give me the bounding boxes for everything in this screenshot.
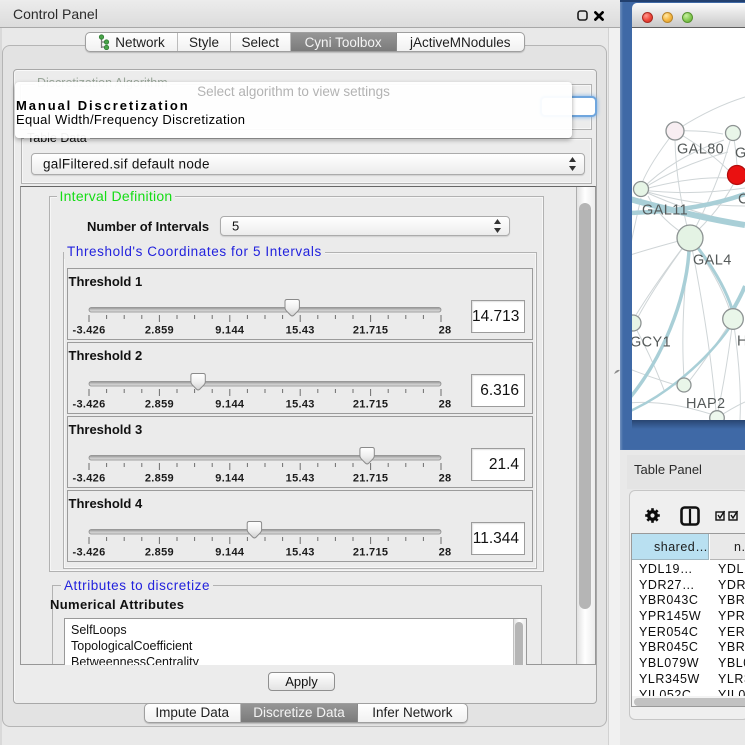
svg-text:2.859: 2.859 bbox=[145, 547, 174, 559]
svg-text:HAP2: HAP2 bbox=[686, 396, 725, 412]
svg-text:9.144: 9.144 bbox=[215, 473, 245, 485]
svg-text:15.43: 15.43 bbox=[286, 399, 315, 411]
svg-text:28: 28 bbox=[439, 547, 452, 559]
svg-text:-3.426: -3.426 bbox=[73, 473, 106, 485]
svg-text:GAL80: GAL80 bbox=[677, 142, 724, 158]
svg-text:28: 28 bbox=[439, 473, 452, 485]
svg-text:28: 28 bbox=[439, 325, 452, 337]
svg-text:21.715: 21.715 bbox=[353, 325, 388, 337]
svg-text:2.859: 2.859 bbox=[145, 473, 174, 485]
svg-text:GAL11: GAL11 bbox=[642, 203, 688, 219]
svg-text:21.715: 21.715 bbox=[353, 399, 388, 411]
svg-text:-3.426: -3.426 bbox=[73, 325, 106, 337]
svg-text:15.43: 15.43 bbox=[286, 473, 315, 485]
svg-text:15.43: 15.43 bbox=[286, 325, 315, 337]
svg-text:G.: G. bbox=[735, 146, 745, 162]
svg-text:2.859: 2.859 bbox=[145, 325, 174, 337]
svg-text:GCY1: GCY1 bbox=[632, 335, 671, 351]
svg-text:2.859: 2.859 bbox=[145, 399, 174, 411]
svg-text:9.144: 9.144 bbox=[215, 547, 245, 559]
svg-text:GAL4: GAL4 bbox=[693, 253, 732, 269]
svg-text:9.144: 9.144 bbox=[215, 325, 245, 337]
svg-text:H: H bbox=[737, 334, 745, 350]
svg-text:-3.426: -3.426 bbox=[73, 399, 106, 411]
svg-text:28: 28 bbox=[439, 399, 452, 411]
svg-text:21.715: 21.715 bbox=[353, 473, 388, 485]
svg-text:-3.426: -3.426 bbox=[73, 547, 106, 559]
svg-text:C: C bbox=[738, 192, 745, 208]
svg-text:21.715: 21.715 bbox=[353, 547, 388, 559]
svg-text:9.144: 9.144 bbox=[215, 399, 245, 411]
svg-text:15.43: 15.43 bbox=[286, 547, 315, 559]
